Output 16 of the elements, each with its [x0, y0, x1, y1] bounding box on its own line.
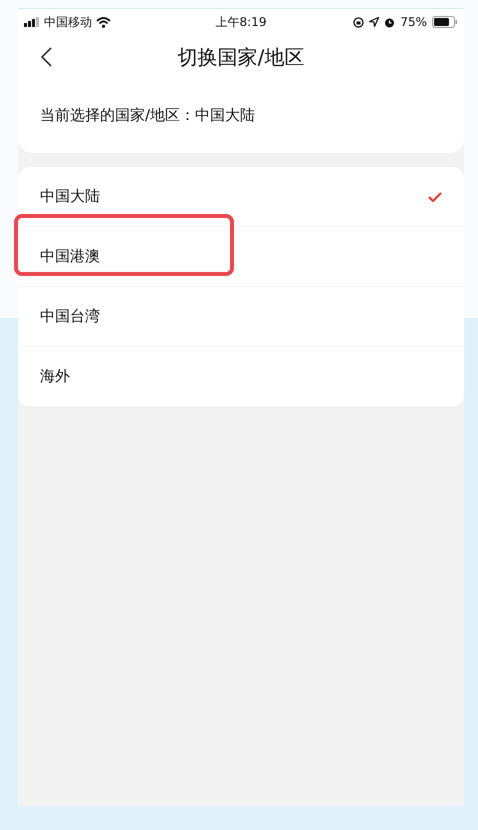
battery-percent: 75% [400, 15, 427, 29]
region-option[interactable]: 中国港澳 [18, 227, 464, 287]
region-option[interactable]: 海外 [18, 347, 464, 407]
current-region-text: 当前选择的国家/地区：中国大陆 [40, 106, 256, 125]
battery-icon [432, 16, 458, 28]
signal-icon [24, 17, 40, 27]
rotation-lock-icon [353, 16, 364, 28]
location-icon [369, 17, 380, 27]
region-option[interactable]: 中国台湾 [18, 287, 464, 347]
alarm-icon [384, 16, 396, 28]
status-time: 上午8:19 [216, 14, 266, 30]
back-icon[interactable] [40, 47, 52, 67]
wifi-icon [96, 16, 111, 28]
page-title: 切换国家/地区 [176, 44, 306, 70]
region-option[interactable]: 中国大陆 [18, 167, 464, 227]
carrier-name: 中国移动 [44, 14, 92, 30]
